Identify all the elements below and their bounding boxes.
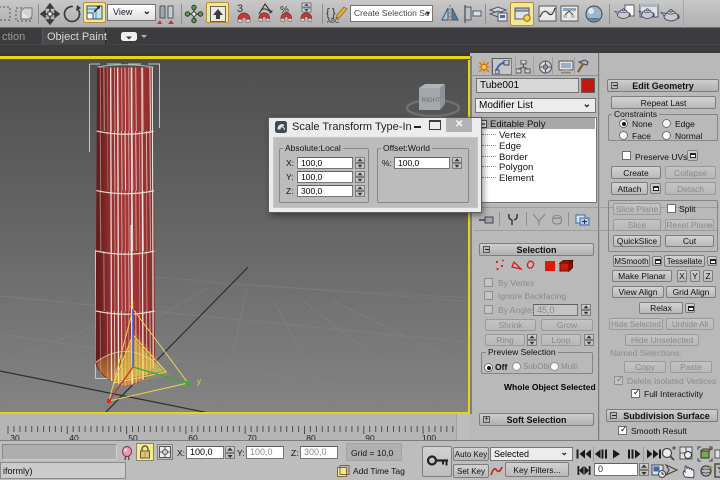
svg-text:RIGHT: RIGHT [422,98,441,104]
svg-text:y: y [197,377,201,386]
svg-text:{ }: { } [326,7,336,19]
svg-text:z: z [130,300,134,309]
svg-text:ABC: ABC [327,19,340,25]
